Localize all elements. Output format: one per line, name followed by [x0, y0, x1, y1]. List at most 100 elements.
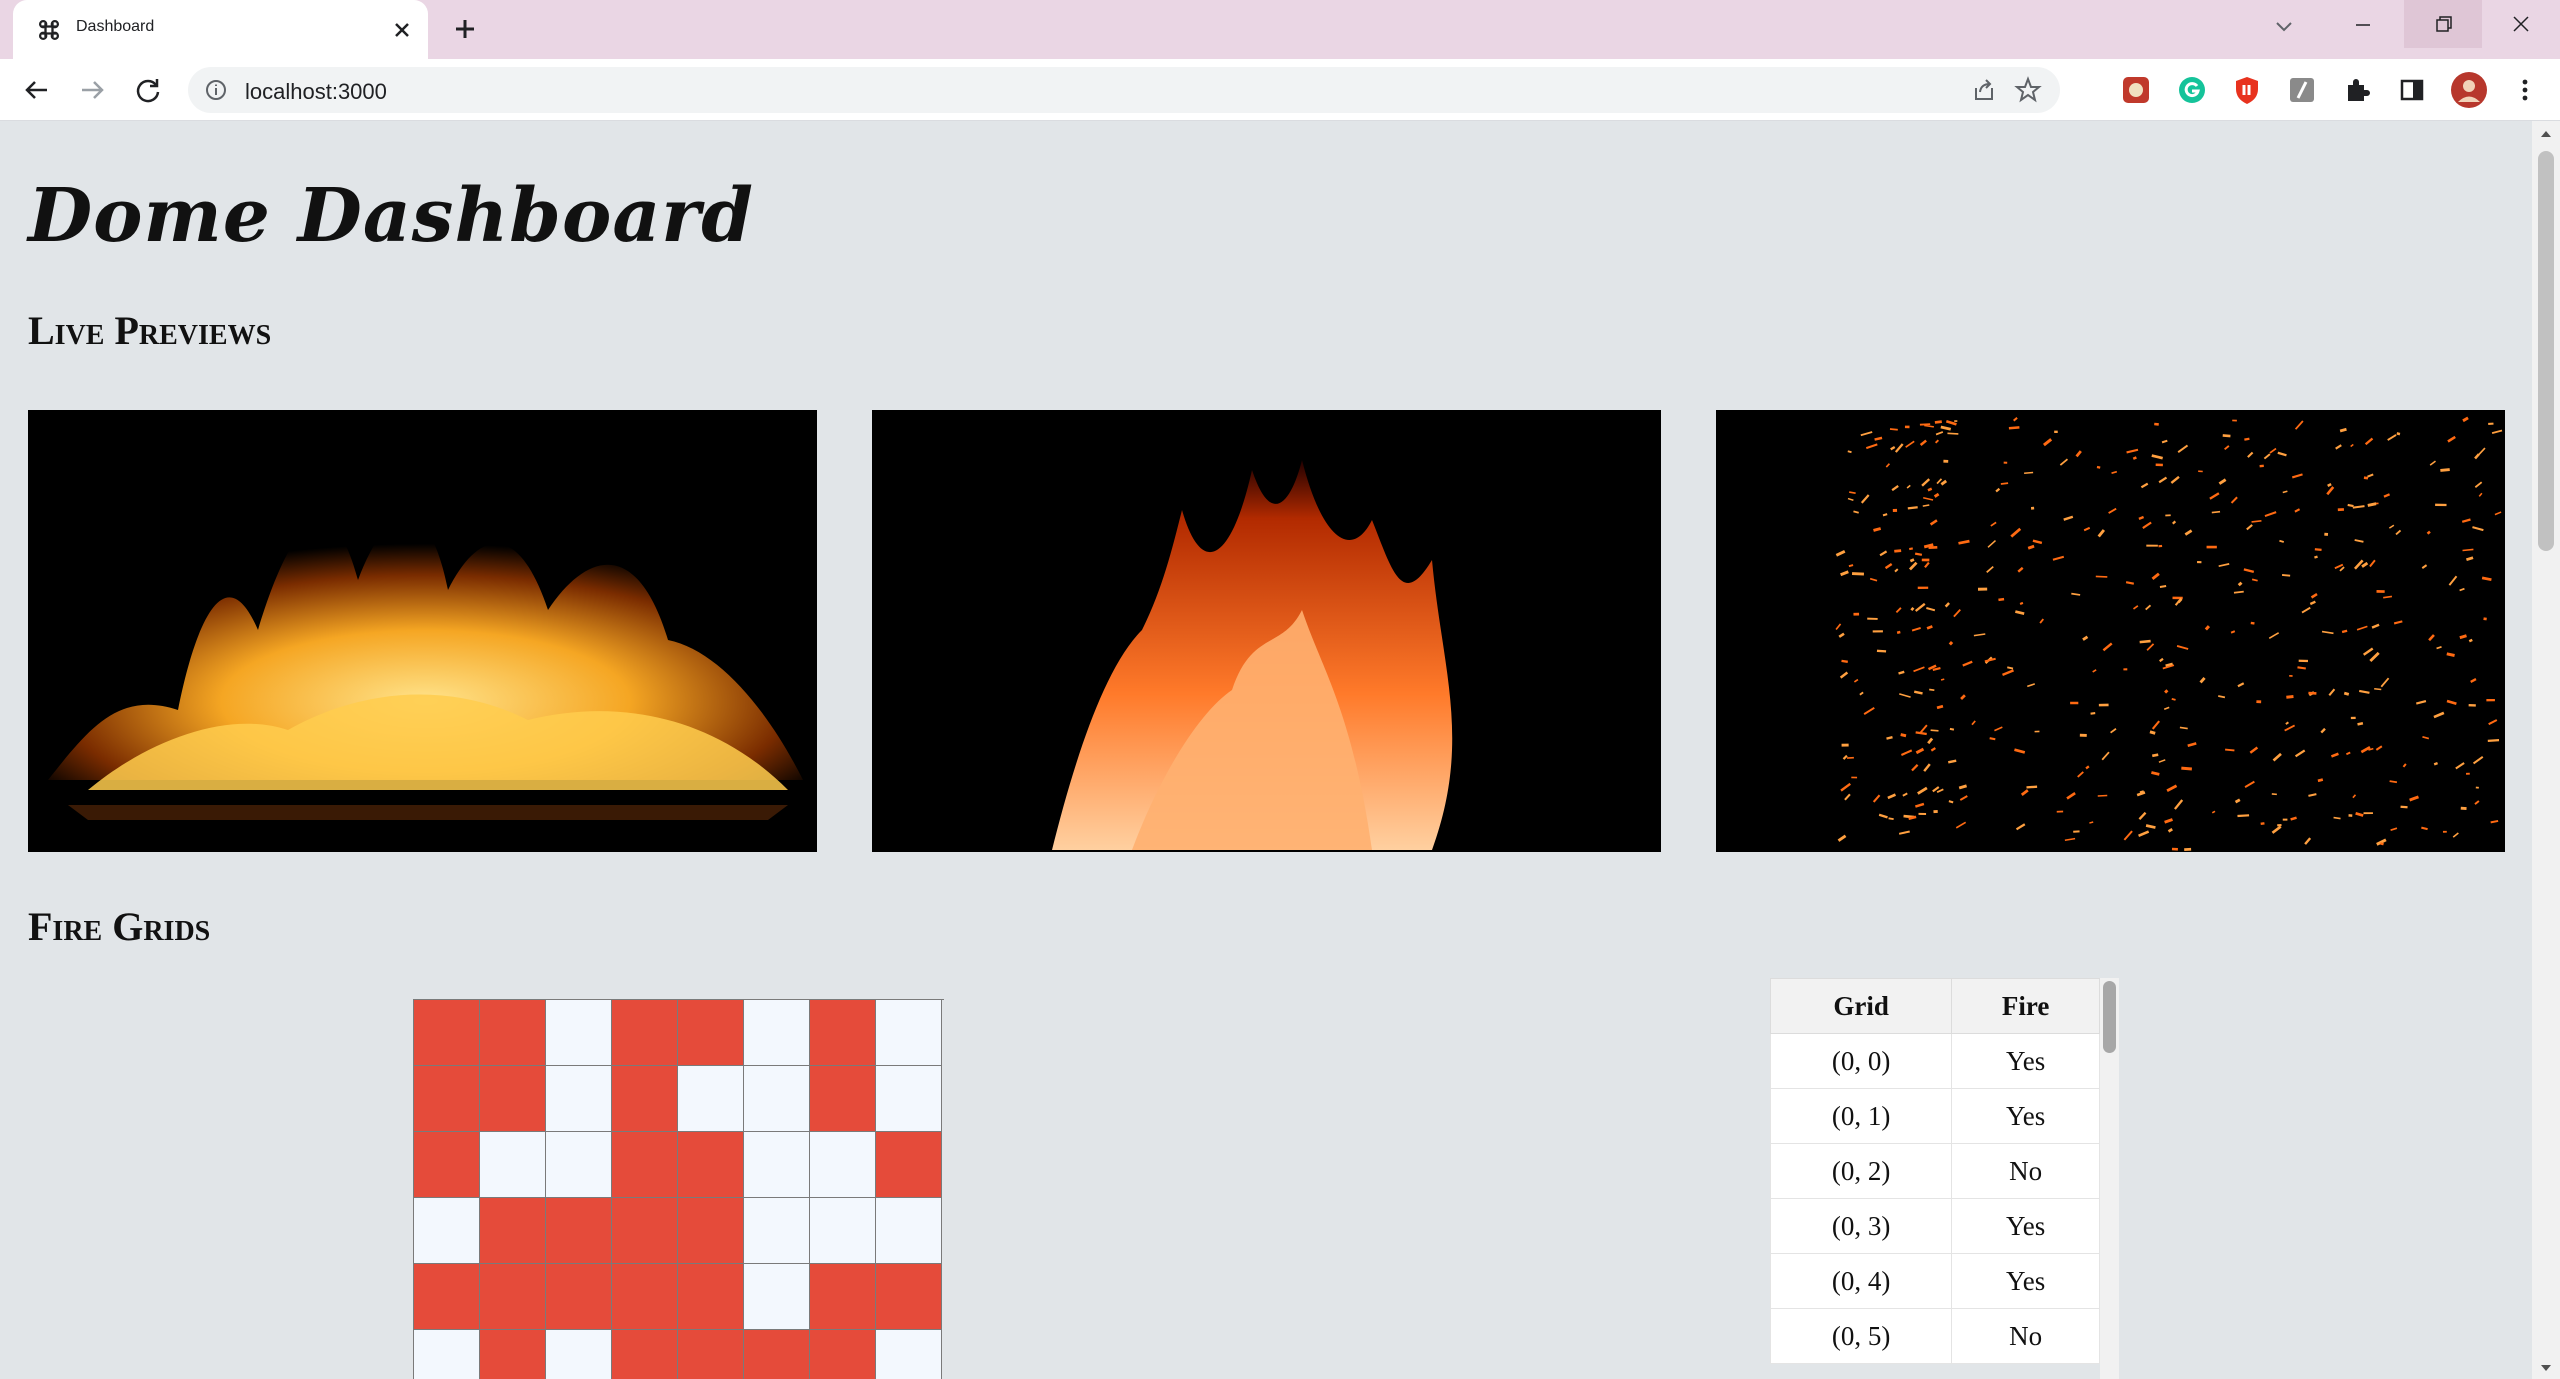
fire-cell: No: [1951, 1143, 2100, 1199]
spark: [1874, 436, 1883, 441]
spark: [2151, 771, 2160, 776]
table-header-row: Grid Fire: [1770, 978, 2100, 1034]
spark: [1989, 737, 1996, 741]
spark: [1896, 630, 1901, 634]
browser-tab[interactable]: Dashboard: [13, 0, 428, 59]
spark: [2096, 465, 2101, 469]
spark: [2151, 753, 2159, 758]
side-panel-icon[interactable]: [2396, 74, 2428, 106]
grid-cell-fire: [678, 1132, 744, 1198]
back-arrow-icon[interactable]: [20, 73, 54, 107]
spark: [1876, 649, 1887, 653]
spark: [1934, 420, 1942, 424]
spark: [1841, 659, 1848, 663]
spark: [1898, 670, 1905, 675]
grid-cell-clear: [744, 1132, 810, 1198]
restore-window-icon[interactable]: [2404, 0, 2482, 48]
table-row: (0, 4) Yes: [1770, 1253, 2100, 1309]
grid-cell-fire: [678, 1000, 744, 1066]
spark: [1848, 564, 1854, 568]
spark: [1909, 547, 1913, 551]
fire-table-container[interactable]: Grid Fire (0, 0) Yes (0, 1) Yes (0, 2) N…: [1770, 978, 2119, 1379]
spark: [2164, 689, 2169, 694]
slash-extension-icon[interactable]: [2286, 74, 2318, 106]
spark: [2095, 575, 2108, 578]
bookmark-star-icon[interactable]: [2012, 74, 2044, 106]
table-row: (0, 5) No: [1770, 1308, 2100, 1364]
fire-cell: Yes: [1951, 1088, 2100, 1144]
grid-cell-fire: [876, 1264, 942, 1330]
fire-cell: Yes: [1951, 1198, 2100, 1254]
spark: [1908, 815, 1917, 821]
grid-cell-fire: [480, 1198, 546, 1264]
spark: [2440, 468, 2450, 472]
grid-cell: (0, 2): [1770, 1143, 1953, 1199]
live-preview-1: [28, 410, 817, 852]
scroll-down-arrow-icon[interactable]: [2539, 1363, 2553, 1373]
spark: [2389, 780, 2398, 784]
close-tab-icon[interactable]: [386, 14, 418, 46]
spark: [2149, 730, 2156, 735]
close-window-icon[interactable]: [2482, 0, 2560, 48]
share-icon[interactable]: [1968, 74, 2000, 106]
grid-cell-fire: [744, 1330, 810, 1379]
grid-cell-fire: [480, 1066, 546, 1132]
forward-arrow-icon[interactable]: [75, 73, 109, 107]
extension-app-icon[interactable]: [2120, 74, 2152, 106]
spark: [2008, 426, 2020, 430]
grid-cell-fire: [810, 1000, 876, 1066]
spark: [1936, 704, 1944, 710]
spark: [1949, 727, 1955, 731]
new-tab-icon[interactable]: [448, 12, 482, 46]
column-header-fire: Fire: [1951, 978, 2100, 1034]
grid-cell-fire: [678, 1264, 744, 1330]
spark: [1998, 597, 2005, 602]
spark: [2317, 778, 2324, 783]
spark: [2233, 590, 2244, 594]
minimize-icon[interactable]: [2324, 0, 2402, 48]
spark: [2343, 691, 2350, 696]
fire-table: Grid Fire (0, 0) Yes (0, 1) Yes (0, 2) N…: [1770, 978, 2100, 1364]
spark: [2357, 722, 2364, 726]
spark: [1894, 549, 1902, 553]
spark: [1889, 428, 1898, 431]
table-scrollbar[interactable]: [2100, 978, 2119, 1379]
address-bar[interactable]: localhost:3000: [188, 67, 2060, 113]
spark: [2019, 601, 2024, 606]
grid-cell-clear: [480, 1132, 546, 1198]
scroll-up-arrow-icon[interactable]: [2539, 129, 2553, 139]
grid-cell-clear: [744, 1264, 810, 1330]
spark: [2333, 816, 2341, 820]
grammarly-icon[interactable]: [2176, 74, 2208, 106]
site-info-icon[interactable]: [202, 76, 230, 104]
spark: [2024, 471, 2034, 475]
spark: [1948, 800, 1954, 804]
grid-cell-fire: [414, 1132, 480, 1198]
spark: [2237, 581, 2243, 587]
page-scrollbar[interactable]: [2532, 121, 2560, 1379]
spark: [2281, 574, 2291, 577]
grid-cell-clear: [546, 1330, 612, 1379]
column-header-grid: Grid: [1770, 978, 1953, 1034]
spark: [2426, 530, 2431, 535]
ublock-shield-icon[interactable]: [2231, 74, 2263, 106]
spark: [2286, 695, 2294, 699]
more-options-icon[interactable]: [2509, 74, 2541, 106]
grid-cell-clear: [876, 1066, 942, 1132]
profile-avatar-icon[interactable]: [2450, 71, 2488, 109]
reload-icon[interactable]: [131, 73, 165, 107]
grid-cell-fire: [414, 1000, 480, 1066]
spark: [2179, 726, 2188, 730]
tab-search-chevron-icon[interactable]: [2268, 10, 2300, 42]
url-text[interactable]: localhost:3000: [245, 79, 387, 105]
spark: [2237, 814, 2250, 818]
fire-cell: Yes: [1951, 1253, 2100, 1309]
spark: [2097, 794, 2108, 797]
spark: [1882, 513, 1888, 517]
page-scrollbar-thumb[interactable]: [2538, 151, 2554, 551]
extensions-puzzle-icon[interactable]: [2341, 74, 2373, 106]
spark: [2347, 503, 2354, 508]
table-scrollbar-thumb[interactable]: [2103, 981, 2116, 1053]
grid-cell-fire: [546, 1264, 612, 1330]
grid-cell-clear: [810, 1132, 876, 1198]
